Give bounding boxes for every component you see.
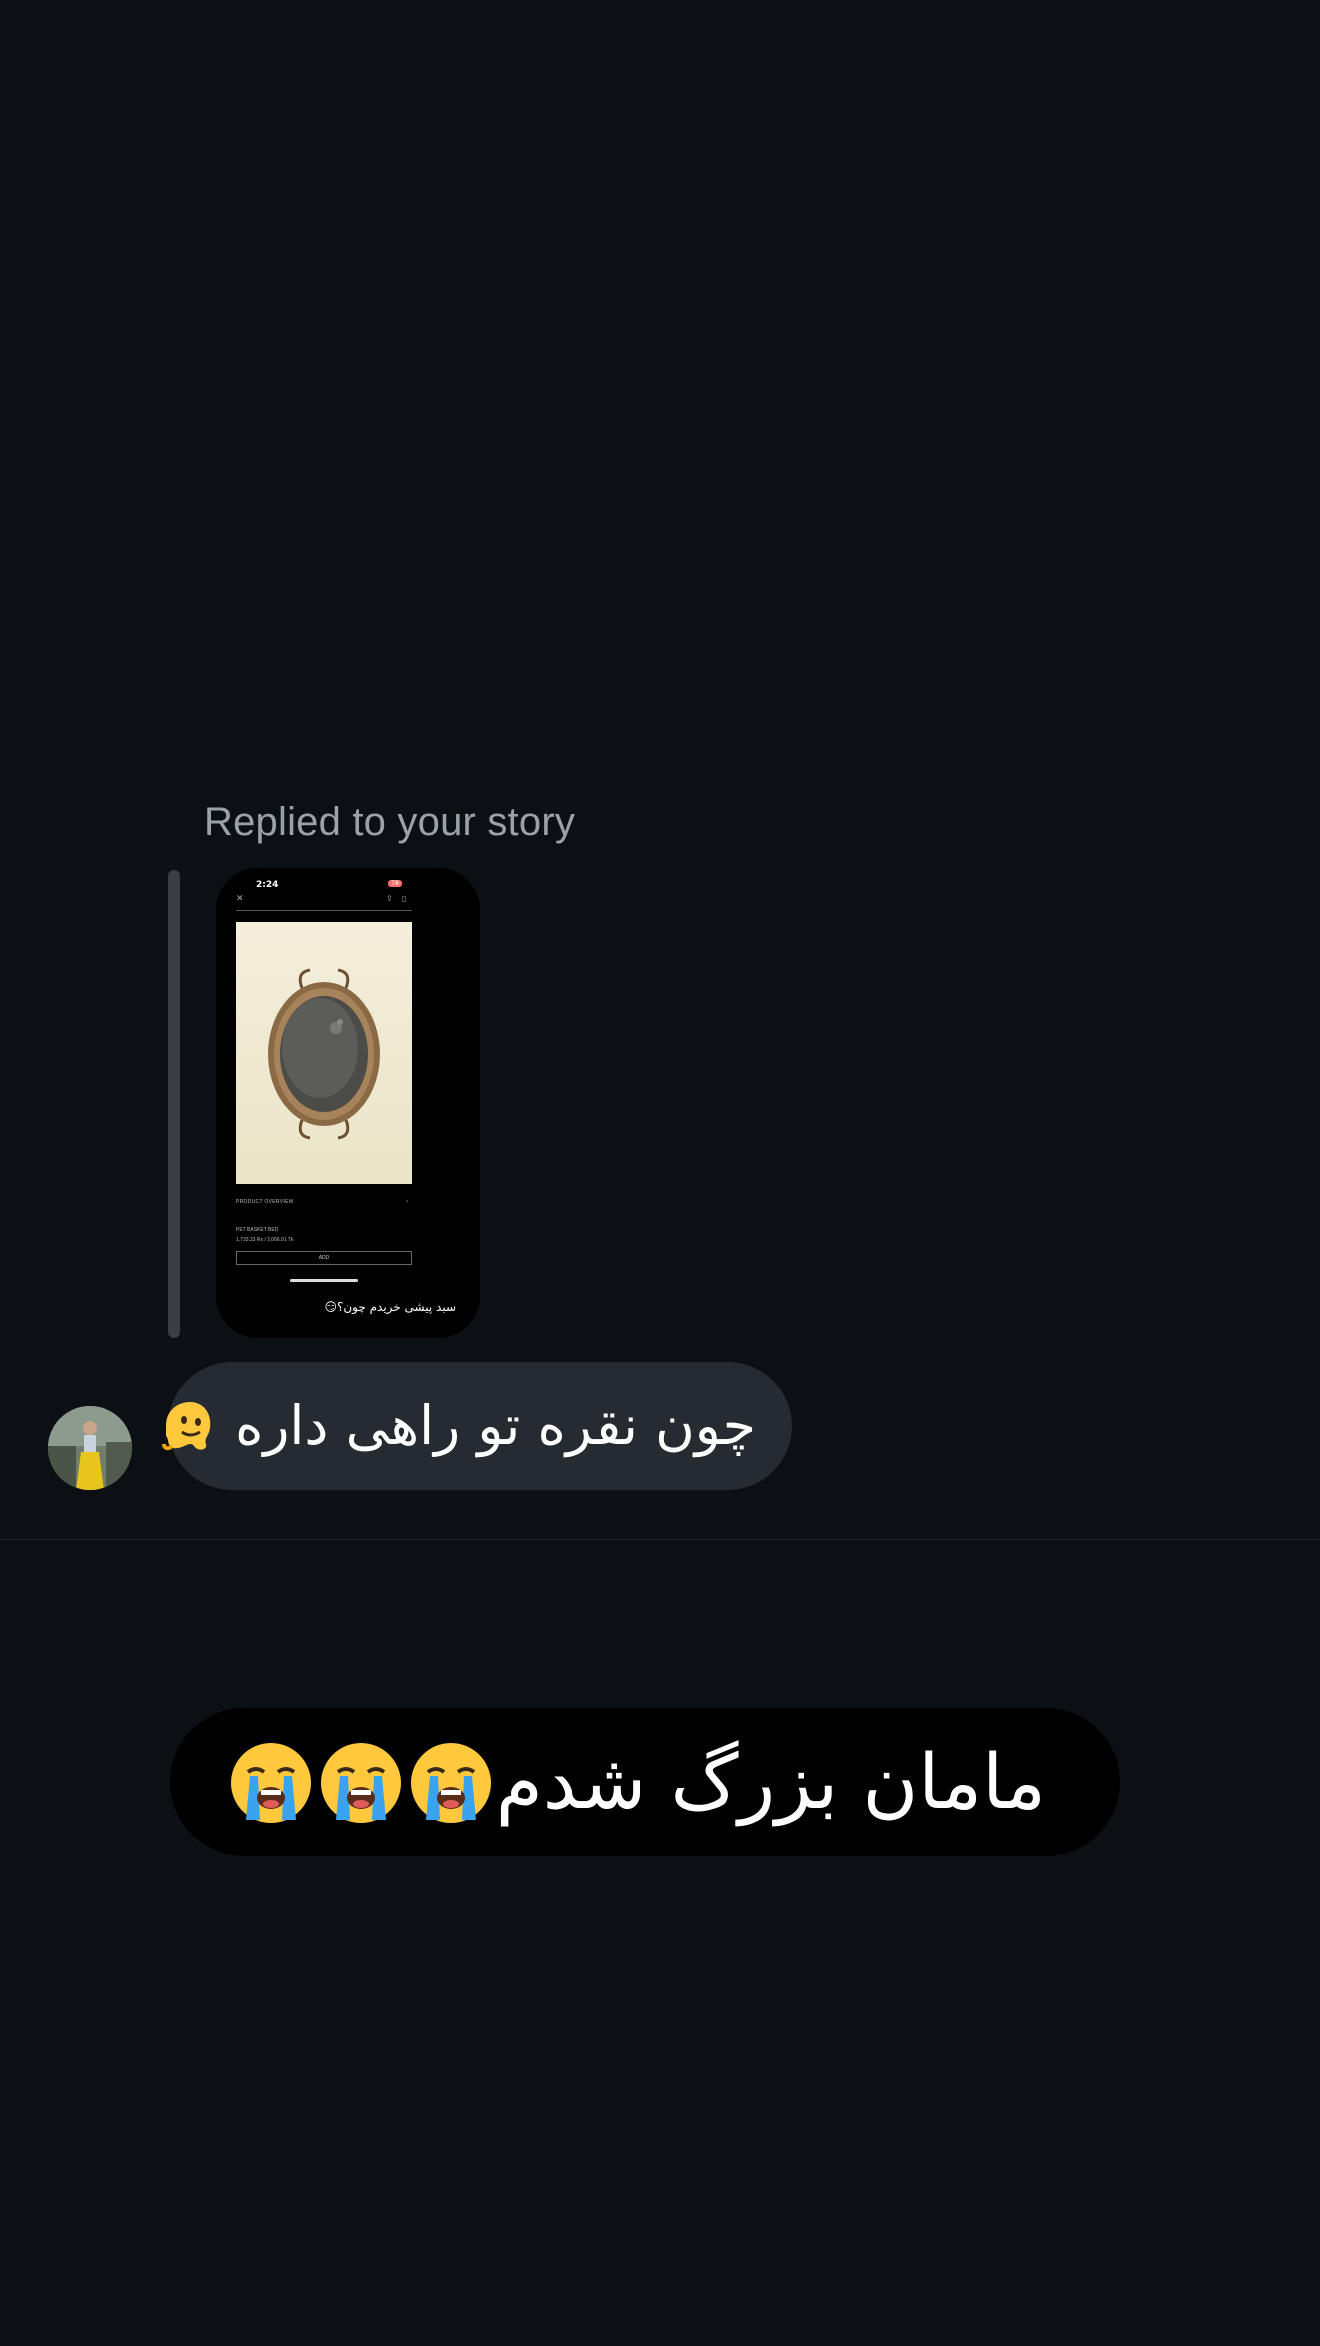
story-header-divider xyxy=(236,910,412,911)
story-bookmark-icon: ▯ xyxy=(402,894,407,903)
smirk-emoji-icon: 😏 xyxy=(324,1300,337,1314)
sender-avatar[interactable] xyxy=(48,1406,132,1490)
received-message-text: چون نقره تو راهی داره xyxy=(235,1394,756,1457)
story-status-time: 2:24 xyxy=(256,880,279,890)
woven-basket-image xyxy=(268,968,380,1140)
received-message-content: چون نقره تو راهی داره xyxy=(152,1362,756,1490)
sent-message-content: مامان بزرگ شدم xyxy=(226,1708,1046,1856)
reply-indicator-bar xyxy=(168,870,180,1338)
loudly-crying-face-icon xyxy=(410,1743,491,1823)
story-share-icon: ⇪ xyxy=(386,894,393,903)
story-add-button: ADD xyxy=(236,1251,412,1265)
chat-screen: Replied to your story 2:24 78 ✕ ⇪ ▯ PROD… xyxy=(0,0,1320,2346)
avatar-photo xyxy=(48,1406,132,1490)
story-product-price: 1,733.33 Rs / 2,066.01 Tk xyxy=(236,1237,294,1243)
melting-face-icon xyxy=(161,1402,211,1451)
story-chevron-icon: › xyxy=(406,1198,409,1205)
section-divider xyxy=(0,1539,1320,1540)
story-preview-thumbnail[interactable]: 2:24 78 ✕ ⇪ ▯ PRODUCT OVERVIEW › PET BAS… xyxy=(216,868,480,1338)
story-caption-text: سبد پیشی خریدم چون؟ xyxy=(337,1300,456,1314)
story-product-photo xyxy=(236,922,412,1184)
story-caption: سبد پیشی خریدم چون؟😏 xyxy=(324,1300,456,1314)
story-close-icon: ✕ xyxy=(236,894,244,904)
sent-message-bubble[interactable]: مامان بزرگ شدم xyxy=(170,1708,1120,1856)
story-product-name: PET BASKET BED xyxy=(236,1227,279,1233)
story-battery-badge: 78 xyxy=(388,880,402,887)
story-home-indicator xyxy=(290,1279,358,1282)
received-message-bubble[interactable]: چون نقره تو راهی داره xyxy=(161,1362,792,1490)
crying-emoji-group xyxy=(226,1726,496,1874)
loudly-crying-face-icon xyxy=(230,1743,311,1823)
replied-to-story-label: Replied to your story xyxy=(204,800,576,844)
sent-message-text: مامان بزرگ شدم xyxy=(495,1737,1046,1826)
story-section-title: PRODUCT OVERVIEW xyxy=(236,1199,294,1205)
loudly-crying-face-icon xyxy=(320,1743,401,1823)
